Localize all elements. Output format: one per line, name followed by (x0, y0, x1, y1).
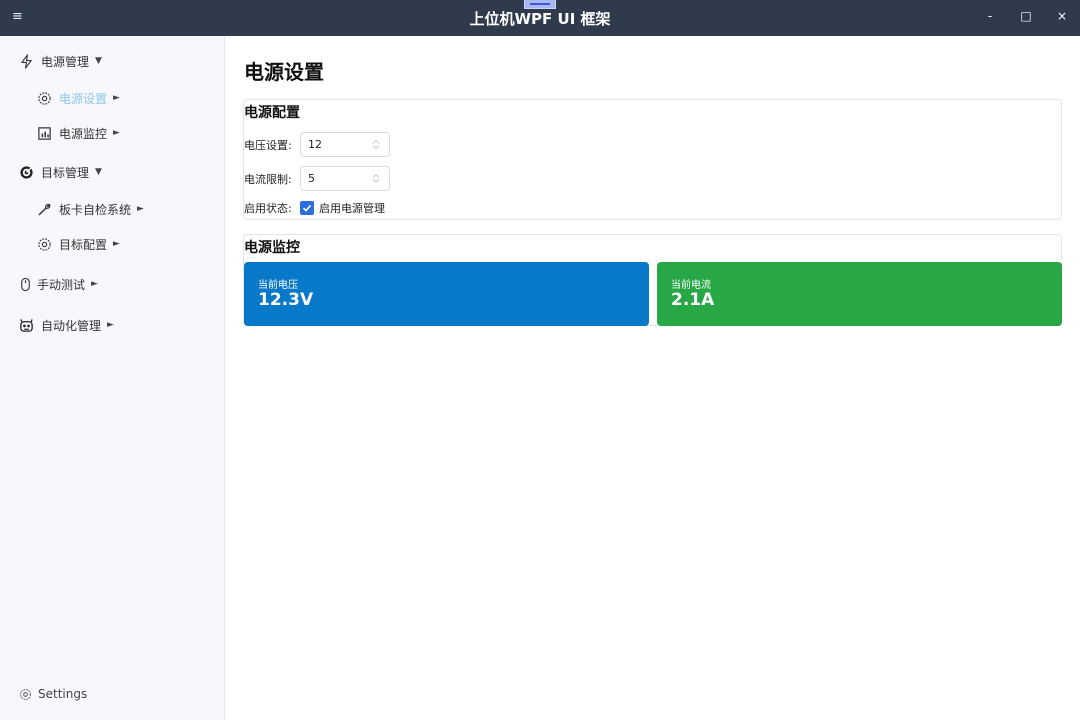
voltage-card: 当前电压 12.3V (244, 262, 649, 326)
sidebar-item-label: 目标管理 (41, 165, 90, 180)
chevron-down-icon: ▼ (95, 167, 102, 177)
current-label: 电流限制: (244, 172, 292, 186)
main-content: 电源设置 电源配置 电压设置: 12 电流限制: 5 启用状态: 启用电源管理 (225, 36, 1080, 720)
chevron-right-icon: ► (113, 128, 120, 138)
spinner-icon[interactable] (371, 173, 381, 184)
voltage-label: 电压设置: (244, 138, 292, 152)
sidebar-item-target-management[interactable]: 目标管理 ▼ (0, 159, 224, 185)
voltage-value: 12 (308, 138, 322, 151)
current-card-value: 2.1A (671, 290, 715, 310)
sidebar-item-power-monitor[interactable]: 电源监控 ► (0, 120, 224, 146)
current-card-label: 当前电流 (671, 280, 711, 291)
chevron-right-icon: ► (91, 279, 98, 289)
target-icon (18, 164, 34, 180)
power-config-panel: 电源配置 电压设置: 12 电流限制: 5 启用状态: 启用电源管理 (243, 99, 1062, 220)
settings-label: Settings (38, 687, 88, 701)
enable-row: 启用状态: 启用电源管理 (244, 200, 385, 216)
chevron-down-icon: ▼ (95, 56, 102, 66)
sidebar-item-manual-test[interactable]: 手动测试 ► (0, 271, 224, 297)
sidebar-item-target-config[interactable]: 目标配置 ► (0, 231, 224, 257)
sidebar-item-label: 电源监控 (59, 126, 108, 141)
sidebar-item-power-settings[interactable]: 电源设置 ► (0, 85, 224, 111)
current-value: 5 (308, 172, 315, 185)
chevron-right-icon: ► (107, 320, 114, 330)
maximize-button[interactable]: □ (1016, 9, 1036, 23)
title-bar: ≡ 上位机WPF UI 框架 - □ × (0, 0, 1080, 36)
sidebar-item-automation-management[interactable]: 自动化管理 ► (0, 312, 224, 338)
sidebar-item-label: 电源管理 (41, 54, 90, 69)
mouse-icon (17, 276, 33, 292)
robot-icon (18, 317, 34, 333)
page-title: 电源设置 (244, 60, 324, 84)
sidebar-item-label: 手动测试 (37, 277, 86, 292)
enable-label: 启用状态: (244, 202, 292, 215)
voltage-input[interactable]: 12 (300, 132, 390, 157)
window-title: 上位机WPF UI 框架 (469, 10, 611, 28)
enable-checkbox-label: 启用电源管理 (319, 202, 385, 215)
current-input[interactable]: 5 (300, 166, 390, 191)
close-button[interactable]: × (1052, 9, 1072, 23)
chevron-right-icon: ► (113, 239, 120, 249)
sidebar-item-label: 自动化管理 (41, 318, 102, 333)
drag-handle-icon[interactable] (524, 0, 556, 9)
sidebar-item-label: 板卡自检系统 (59, 202, 132, 217)
enable-power-checkbox[interactable]: 启用电源管理 (300, 200, 385, 216)
chevron-right-icon: ► (137, 204, 144, 214)
sidebar-item-label: 电源设置 (59, 91, 108, 106)
sidebar-item-power-management[interactable]: 电源管理 ▼ (0, 48, 224, 74)
settings-button[interactable]: Settings (19, 687, 87, 701)
gear-icon (36, 90, 52, 106)
section-title: 电源监控 (244, 240, 300, 256)
power-monitor-panel: 电源监控 当前电压 12.3V 当前电流 2.1A (243, 234, 1062, 326)
wrench-icon (36, 201, 52, 217)
current-row: 电流限制: 5 (244, 166, 390, 191)
sidebar: 电源管理 ▼ 电源设置 ► 电源监控 ► 目标管理 ▼ 板卡自检系统 ► 目标配 (0, 36, 225, 720)
chevron-right-icon: ► (113, 93, 120, 103)
bar-chart-icon (36, 125, 52, 141)
section-title: 电源配置 (244, 105, 300, 121)
spinner-icon[interactable] (371, 139, 381, 150)
gear-icon (36, 236, 52, 252)
minimize-button[interactable]: - (980, 9, 1000, 23)
voltage-card-label: 当前电压 (258, 280, 298, 291)
voltage-row: 电压设置: 12 (244, 132, 390, 157)
checkmark-icon[interactable] (300, 201, 314, 215)
current-card: 当前电流 2.1A (657, 262, 1062, 326)
sidebar-item-board-self-test[interactable]: 板卡自检系统 ► (0, 196, 224, 222)
lightning-icon (18, 53, 34, 69)
voltage-card-value: 12.3V (258, 290, 314, 310)
gear-icon (19, 688, 32, 701)
sidebar-item-label: 目标配置 (59, 237, 108, 252)
